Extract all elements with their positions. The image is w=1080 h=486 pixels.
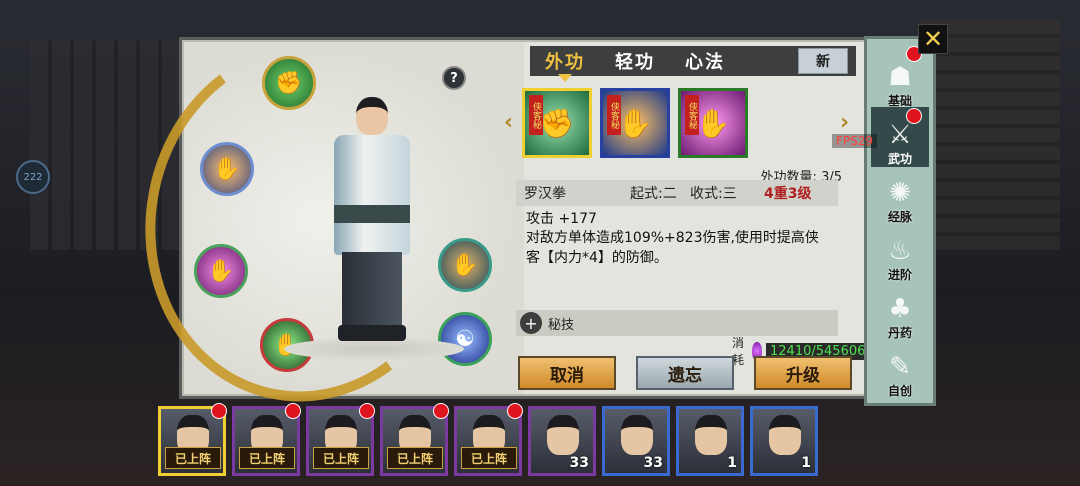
active-tab-indicator xyxy=(558,74,572,82)
next-arrow-icon[interactable]: › xyxy=(840,110,849,135)
background-building-right xyxy=(920,20,1060,250)
hero-card[interactable]: 已上阵 xyxy=(454,403,523,476)
skill-info-bar: 罗汉拳 起式:二 收式:三 4重3级 xyxy=(516,180,838,206)
skill-level: 4重3级 xyxy=(764,186,812,202)
gourd-icon: ♣ xyxy=(888,294,912,324)
hero-card[interactable]: 1 xyxy=(750,406,818,476)
character-portrait xyxy=(312,97,432,357)
skill-stat: 攻击 +177 xyxy=(526,211,597,227)
hero-card[interactable]: 已上阵 xyxy=(158,403,227,476)
help-icon[interactable]: ? xyxy=(442,66,466,90)
hero-card[interactable]: 已上阵 xyxy=(380,403,449,476)
secret-technique-label: 秘技 xyxy=(548,317,575,333)
plus-icon: + xyxy=(520,312,542,334)
secret-technique-row[interactable]: + 秘技 xyxy=(516,310,838,336)
hero-card[interactable]: 1 xyxy=(676,406,744,476)
skill-description: 对敌方单体造成109%+823伤害,使用时提高侠客【内力*4】的防御。 xyxy=(526,230,819,266)
skill-slot-fist[interactable]: ✊ xyxy=(262,56,316,110)
meridian-icon: ✺ xyxy=(889,178,911,208)
cost-label: 消耗 xyxy=(732,336,745,367)
notification-dot xyxy=(285,403,301,419)
skill-slot-hand-technique[interactable]: ✋ xyxy=(438,238,492,292)
tab-lightness[interactable]: 轻功 xyxy=(600,46,670,76)
skill-tag: 侠客秘 xyxy=(607,95,621,135)
notification-dot xyxy=(433,403,449,419)
deployed-badge: 已上阵 xyxy=(239,447,295,469)
hero-portrait xyxy=(621,415,653,455)
tab-external[interactable]: 外功 xyxy=(530,46,600,76)
skill-slot-palm[interactable]: ✋ xyxy=(200,142,254,196)
deployed-badge: 已上阵 xyxy=(461,447,517,469)
deployed-badge: 已上阵 xyxy=(165,447,221,469)
hero-roster: 已上阵 已上阵 已上阵 已上阵 已上阵 33 33 1 1 xyxy=(158,403,818,478)
skill-icon-fist[interactable]: 侠客秘 ✊ xyxy=(522,88,592,158)
notification-dot xyxy=(507,403,523,419)
deployed-badge: 已上阵 xyxy=(313,447,369,469)
forget-button[interactable]: 遗忘 xyxy=(636,356,734,390)
fps-counter-left: 222 xyxy=(16,160,50,194)
notification-dot xyxy=(359,403,375,419)
figure-icon: ☗ xyxy=(888,62,912,92)
scroll-icon: ✎ xyxy=(889,352,911,382)
hero-level: 1 xyxy=(801,455,811,471)
sidebar-item-meridian[interactable]: ✺ 经脉 xyxy=(871,165,929,225)
skill-slot-meditation[interactable]: ☯ xyxy=(438,312,492,366)
skill-icon-palm-strike[interactable]: 侠客秘 ✋ xyxy=(600,88,670,158)
martial-skill-panel: ? ✊ ✋ ✋ ✋ ✋ ☯ 外功 轻功 心法 新 ‹ › 侠客秘 ✊ 侠客秘 ✋… xyxy=(117,16,870,428)
skill-end-form: 收式:三 xyxy=(690,186,737,202)
prev-arrow-icon[interactable]: ‹ xyxy=(504,110,513,135)
skill-icon-palm-energy[interactable]: 侠客秘 ✋ xyxy=(678,88,748,158)
hero-level: 33 xyxy=(569,455,589,471)
cancel-button[interactable]: 取消 xyxy=(518,356,616,390)
hero-portrait xyxy=(547,415,579,455)
skill-category-tabs: 外功 轻功 心法 新 xyxy=(530,46,856,76)
sidebar-item-pills[interactable]: ♣ 丹药 xyxy=(871,281,929,341)
hero-card[interactable]: 33 xyxy=(602,406,670,476)
hero-card[interactable]: 已上阵 xyxy=(232,403,301,476)
hero-portrait xyxy=(695,415,727,455)
deployed-badge: 已上阵 xyxy=(387,447,443,469)
sidebar-item-advance[interactable]: ♨ 进阶 xyxy=(871,223,929,283)
hero-level: 33 xyxy=(643,455,663,471)
upgrade-button[interactable]: 升级 xyxy=(754,356,852,390)
fist-icon: ✊ xyxy=(539,106,575,140)
skill-start-form: 起式:二 xyxy=(630,186,677,202)
skill-name: 罗汉拳 xyxy=(524,186,566,202)
close-icon[interactable]: ✕ xyxy=(918,24,948,54)
notification-dot xyxy=(211,403,227,419)
palm-strike-icon: ✋ xyxy=(617,106,653,140)
fps-counter: FPS29 xyxy=(832,134,878,148)
palm-energy-icon: ✋ xyxy=(695,106,731,140)
hero-card[interactable]: 已上阵 xyxy=(306,403,375,476)
skill-slot-energy-palm[interactable]: ✋ xyxy=(194,244,248,298)
flame-icon: ♨ xyxy=(888,236,912,266)
tab-mind-method[interactable]: 心法 xyxy=(670,46,740,76)
character-sidebar: ☗ 基础 ⚔ 武功 ✺ 经脉 ♨ 进阶 ♣ 丹药 ✎ 自创 xyxy=(864,36,936,406)
hero-portrait xyxy=(769,415,801,455)
hero-card[interactable]: 33 xyxy=(528,406,596,476)
new-button[interactable]: 新 xyxy=(798,48,848,74)
sidebar-item-self-created[interactable]: ✎ 自创 xyxy=(871,339,929,399)
skill-tag: 侠客秘 xyxy=(529,95,543,135)
notification-dot xyxy=(906,108,922,124)
skill-tag: 侠客秘 xyxy=(685,95,699,135)
hero-level: 1 xyxy=(727,455,737,471)
martial-pose-icon: ⚔ xyxy=(888,120,912,150)
